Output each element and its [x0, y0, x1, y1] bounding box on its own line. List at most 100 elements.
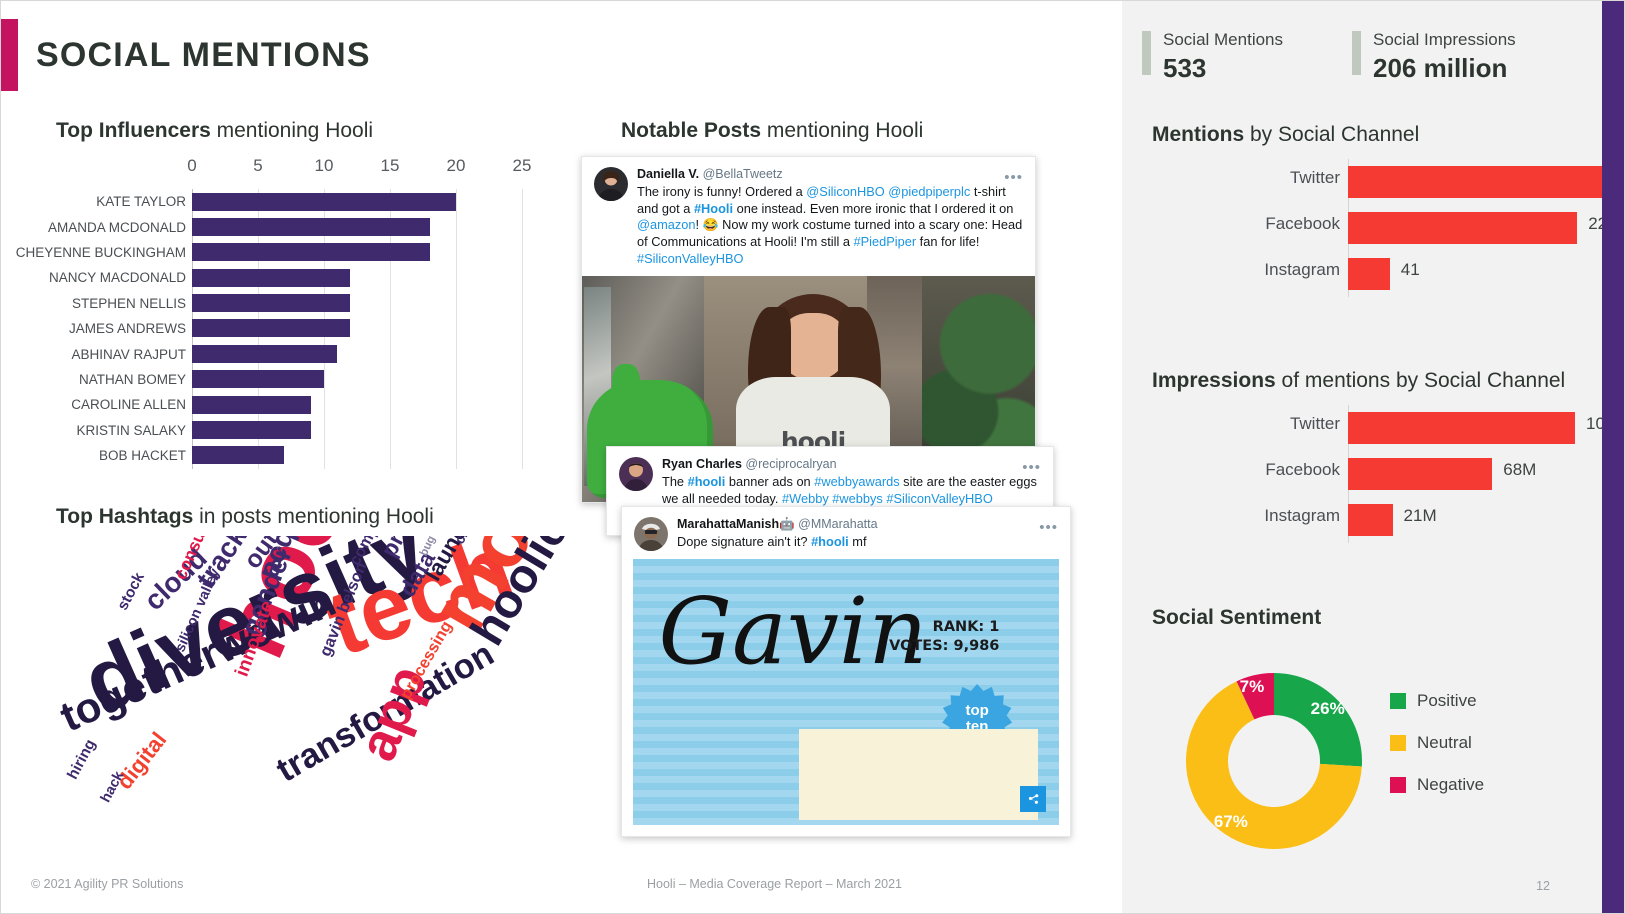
- sentiment-donut-chart: 26% 67% 7%: [1174, 661, 1374, 861]
- influencer-name: CAROLINE ALLEN: [71, 397, 186, 413]
- influencer-row: BOB HACKET: [1, 443, 561, 468]
- influencer-name: STEPHEN NELLIS: [71, 295, 186, 311]
- share-icon[interactable]: [1020, 785, 1047, 812]
- channel-label: Instagram: [1264, 506, 1340, 525]
- influencer-bar: [192, 294, 351, 313]
- channel-label: Twitter: [1289, 168, 1340, 187]
- channel-row: Instagram 41: [1152, 251, 1592, 297]
- tweet-text: Dope signature ain't it? #hooli mf: [677, 534, 1058, 551]
- tweet-text-segment: fan for life!: [916, 234, 980, 250]
- influencer-name: NANCY MACDONALD: [48, 270, 186, 286]
- footer-report-title: Hooli – Media Coverage Report – March 20…: [647, 877, 902, 891]
- channel-value: 41: [1400, 260, 1420, 279]
- influencer-bar: [192, 446, 285, 465]
- tweet-more-icon[interactable]: •••: [1039, 519, 1058, 536]
- influencer-bar: [192, 243, 430, 262]
- influencer-name: AMANDA MCDONALD: [47, 219, 186, 235]
- influencer-name: KATE TAYLOR: [96, 194, 186, 210]
- tweet-author-handle[interactable]: @reciprocalryan: [745, 457, 836, 471]
- legend-swatch: [1390, 735, 1406, 751]
- influencer-name: NATHAN BOMEY: [78, 371, 186, 387]
- tweet-hashtag-link[interactable]: #hooli: [688, 474, 726, 489]
- tweet-text-segment: Dope signature ain't it?: [677, 533, 812, 549]
- tweet-text-segment: The: [662, 473, 688, 489]
- influencer-row: JAMES ANDREWS: [1, 316, 561, 341]
- influencer-bar: [192, 217, 430, 236]
- notable-posts-heading-bold: Notable Posts: [621, 119, 762, 142]
- channel-row: Facebook225: [1152, 205, 1617, 251]
- x-tick-label: 0: [187, 156, 197, 175]
- legend-swatch: [1390, 777, 1406, 793]
- photo-info-panel: [799, 729, 1038, 820]
- mentions-by-channel-heading: Mentions by Social Channel: [1152, 123, 1419, 147]
- channel-bar: [1348, 212, 1578, 244]
- tweet-hashtag-link[interactable]: #SiliconValleyHBO: [637, 251, 743, 266]
- mentions-heading-bold: Mentions: [1152, 123, 1245, 146]
- tweet-mention-link[interactable]: @amazon: [637, 217, 696, 232]
- footer-copyright: © 2021 Agility PR Solutions: [31, 877, 184, 891]
- tweet-mention-link[interactable]: @piedpiperplc: [888, 184, 970, 199]
- channel-row: Instagram 21M: [1152, 497, 1592, 543]
- channel-label: Facebook: [1265, 460, 1340, 479]
- influencer-row: AMANDA MCDONALD: [1, 214, 561, 239]
- kpi-value: 533: [1163, 52, 1207, 83]
- influencer-row: NANCY MACDONALD: [1, 265, 561, 290]
- influencer-row: NATHAN BOMEY: [1, 367, 561, 392]
- channel-bar: [1348, 504, 1393, 536]
- tweet-name-row: MarahattaManish🤖 @MMarahatta: [677, 517, 1058, 533]
- top-hashtags-heading-bold: Top Hashtags: [56, 505, 194, 528]
- channel-value: 68M: [1503, 460, 1537, 479]
- influencer-row: ABHINAV RAJPUT: [1, 341, 561, 366]
- tweet-header: MarahattaManish🤖 @MMarahatta Dope signat…: [622, 507, 1070, 551]
- tweet-text-segment: The irony is funny! Ordered a: [637, 183, 807, 199]
- tweet-hashtag-link[interactable]: #Hooli: [694, 201, 733, 216]
- tweet-mention-link[interactable]: @SiliconHBO: [806, 184, 884, 199]
- influencer-bar: [192, 192, 456, 211]
- influencer-row: KRISTIN SALAKY: [1, 418, 561, 443]
- kpi-accent-bar: [1142, 31, 1151, 75]
- channel-bar: [1348, 458, 1493, 490]
- page-number: 12: [1536, 879, 1550, 893]
- tweet-text-segment: one instead. Even more ironic that I ord…: [733, 200, 1014, 216]
- tweet-author-handle[interactable]: @MMarahatta: [798, 517, 877, 531]
- tweet-more-icon[interactable]: •••: [1022, 459, 1041, 476]
- wordcloud-canvas: hoolidiversitytechmobiletogetherwewinhoo…: [31, 536, 596, 826]
- notable-posts-heading-rest: mentioning Hooli: [761, 119, 924, 142]
- tweet-hashtag-link[interactable]: #PiedPiper: [854, 234, 917, 249]
- legend-item: Neutral: [1390, 733, 1484, 753]
- legend-label: Neutral: [1417, 733, 1472, 752]
- tweet-more-icon[interactable]: •••: [1004, 169, 1023, 186]
- impressions-by-channel-heading: Impressions of mentions by Social Channe…: [1152, 369, 1565, 393]
- kpi-social-impressions: Social Impressions 206 million: [1352, 30, 1516, 84]
- kpi-social-mentions: Social Mentions 533: [1142, 30, 1284, 84]
- donut-slice-label: 26%: [1310, 698, 1345, 718]
- tweet-name-row: Ryan Charles @reciprocalryan: [662, 457, 1041, 473]
- tweet-text-segment: mf: [848, 533, 867, 549]
- tweet-hashtag-link[interactable]: #webbyawards: [814, 474, 899, 489]
- tweet-author-handle[interactable]: @BellaTweetz: [703, 167, 783, 181]
- tweet-header: Daniella V. @BellaTweetz The irony is fu…: [582, 157, 1035, 268]
- top-hashtags-heading: Top Hashtags in posts mentioning Hooli: [56, 505, 434, 529]
- influencer-row: KATE TAYLOR: [1, 189, 561, 214]
- top-influencers-heading-bold: Top Influencers: [56, 119, 211, 142]
- x-tick-label: 25: [512, 156, 532, 175]
- mentions-heading-rest: by Social Channel: [1244, 123, 1420, 146]
- kpi-label: Social Impressions: [1373, 30, 1516, 49]
- influencer-row: CAROLINE ALLEN: [1, 392, 561, 417]
- influencer-bar: [192, 421, 311, 440]
- kpi-label: Social Mentions: [1163, 30, 1284, 49]
- badge-line-1: top: [965, 702, 989, 720]
- legend-label: Positive: [1417, 691, 1477, 710]
- tweet-hashtag-link[interactable]: #hooli: [811, 534, 849, 549]
- notable-posts-heading: Notable Posts mentioning Hooli: [621, 119, 923, 143]
- tweet-media[interactable]: Gavin top ten RANK: 1 VOTES: 9,986: [622, 559, 1070, 836]
- impressions-bar-chart: Twitter107M Facebook 68M Instagram 21M: [1152, 405, 1624, 543]
- influencer-name: BOB HACKET: [98, 448, 186, 464]
- tweet-card[interactable]: ••• MarahattaManish🤖 @MMarahatta Dope si…: [621, 506, 1071, 837]
- slide-canvas: SOCIAL MENTIONS Top Influencers mentioni…: [0, 0, 1625, 914]
- influencer-bar: [192, 370, 324, 389]
- channel-bar: [1348, 166, 1620, 198]
- tweet-author-name: Daniella V.: [637, 167, 700, 181]
- channel-label: Twitter: [1289, 414, 1340, 433]
- influencer-row: CHEYENNE BUCKINGHAM: [1, 240, 561, 265]
